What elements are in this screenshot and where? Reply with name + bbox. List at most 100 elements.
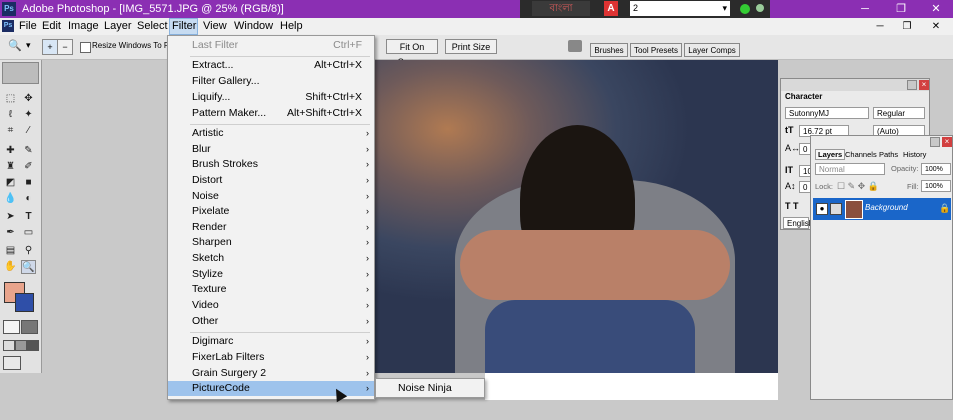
menu-item-texture[interactable]: Texture › — [168, 282, 374, 297]
print-icon[interactable] — [568, 40, 582, 52]
menu-item-sketch[interactable]: Sketch › — [168, 251, 374, 266]
menu-item-stylize[interactable]: Stylize › — [168, 267, 374, 282]
brush-link-icon[interactable] — [830, 203, 842, 215]
eyedropper-icon[interactable]: ⚲ — [21, 244, 36, 258]
shape-tool-icon[interactable]: ▭ — [21, 226, 36, 240]
menu-item-digimarc[interactable]: Digimarc › — [168, 334, 374, 349]
menu-view[interactable]: View — [201, 18, 229, 35]
type-tool-icon[interactable]: T — [21, 210, 36, 224]
tab-brushes[interactable]: Brushes — [590, 43, 628, 57]
close-button[interactable]: ✕ — [919, 1, 953, 17]
character-close-button[interactable]: × — [919, 80, 929, 90]
font-style-select[interactable]: Regular — [873, 107, 925, 119]
marquee-tool-icon[interactable]: ⬚ — [3, 92, 18, 106]
menu-filter[interactable]: Filter — [169, 18, 198, 35]
maximize-button[interactable]: ❐ — [884, 1, 918, 17]
menu-image[interactable]: Image — [66, 18, 101, 35]
print-size-button[interactable]: Print Size — [445, 39, 497, 54]
language-select[interactable]: English — [783, 217, 813, 229]
app-icon[interactable]: A — [604, 1, 618, 16]
jump-to-imageready-icon[interactable] — [3, 356, 21, 370]
menu-item-noise[interactable]: Noise › — [168, 189, 374, 204]
bangla-keyboard-label[interactable]: বাংলা — [532, 1, 590, 16]
doc-close-button[interactable]: ✕ — [924, 18, 948, 35]
menu-item-artistic[interactable]: Artistic › — [168, 126, 374, 141]
menu-file[interactable]: File — [17, 18, 39, 35]
menu-item-other[interactable]: Other › — [168, 314, 374, 329]
menu-layer[interactable]: Layer — [102, 18, 134, 35]
magic-wand-icon[interactable]: ✦ — [21, 108, 36, 122]
menu-item-video[interactable]: Video › — [168, 298, 374, 313]
faux-bold-icon[interactable]: T T — [785, 201, 799, 211]
slice-tool-icon[interactable]: ⁄ — [21, 124, 36, 138]
tab-tool-presets[interactable]: Tool Presets — [630, 43, 682, 57]
blur-tool-icon[interactable]: 💧 — [3, 192, 18, 206]
fit-on-screen-button[interactable]: Fit On Screen — [386, 39, 438, 67]
tab-layer-comps[interactable]: Layer Comps — [684, 43, 740, 57]
gradient-tool-icon[interactable]: ■ — [21, 176, 36, 190]
menu-item-grain-surgery[interactable]: Grain Surgery 2 › — [168, 366, 374, 381]
menu-item-filter-gallery[interactable]: Filter Gallery... — [168, 74, 374, 89]
tab-character[interactable]: Character — [785, 91, 835, 102]
screen-mode-3-icon[interactable] — [27, 340, 39, 351]
menu-select[interactable]: Select — [135, 18, 170, 35]
healing-brush-icon[interactable]: ✚ — [3, 144, 18, 158]
zoom-tool-selected-icon[interactable]: 🔍 — [21, 260, 36, 274]
zoom-tool-icon[interactable]: 🔍 — [8, 39, 22, 52]
menu-item-pixelate[interactable]: Pixelate › — [168, 204, 374, 219]
minimize-button[interactable]: ─ — [848, 1, 882, 17]
dodge-tool-icon[interactable]: ◐ — [21, 192, 36, 206]
menu-window[interactable]: Window — [232, 18, 275, 35]
menu-edit[interactable]: Edit — [40, 18, 63, 35]
menu-item-sharpen[interactable]: Sharpen › — [168, 235, 374, 250]
layer-row-background[interactable]: ● Background 🔒 — [813, 198, 951, 220]
screen-mode-2-icon[interactable] — [15, 340, 27, 351]
lasso-tool-icon[interactable]: ℓ — [3, 108, 18, 122]
menu-item-brush-strokes[interactable]: Brush Strokes › — [168, 157, 374, 172]
hand-tool-icon[interactable]: ✋ — [3, 260, 18, 274]
menu-item-blur[interactable]: Blur › — [168, 142, 374, 157]
brush-tool-icon[interactable]: ✎ — [21, 144, 36, 158]
zoom-out-icon[interactable]: − — [57, 39, 73, 55]
keyboard-select[interactable]: 2 ▾ — [630, 1, 730, 16]
font-family-select[interactable]: SutonnyMJ — [785, 107, 869, 119]
menu-item-fixerlab-filters[interactable]: FixerLab Filters › — [168, 350, 374, 365]
doc-restore-button[interactable]: ❐ — [895, 18, 919, 35]
blend-mode-select[interactable]: Normal — [815, 163, 885, 175]
standard-mode-icon[interactable] — [3, 320, 20, 334]
screen-mode-1-icon[interactable] — [3, 340, 15, 351]
resize-windows-checkbox[interactable] — [80, 42, 91, 53]
menu-item-last-filter[interactable]: Last Filter Ctrl+F — [168, 38, 374, 53]
menu-item-render[interactable]: Render › — [168, 220, 374, 235]
tab-history[interactable]: History — [903, 150, 926, 159]
menu-item-liquify[interactable]: Liquify... Shift+Ctrl+X — [168, 90, 374, 105]
pen-tool-icon[interactable]: ✒ — [3, 226, 18, 240]
visibility-eye-icon[interactable]: ● — [816, 203, 828, 215]
move-tool-icon[interactable]: ✥ — [21, 92, 36, 106]
character-minimize-button[interactable] — [907, 80, 917, 90]
menu-item-distort[interactable]: Distort › — [168, 173, 374, 188]
tab-layers[interactable]: Layers — [815, 149, 846, 160]
quick-mask-icon[interactable] — [21, 320, 38, 334]
menu-help[interactable]: Help — [278, 18, 305, 35]
layers-minimize-button[interactable] — [930, 137, 940, 147]
notes-tool-icon[interactable]: ▤ — [3, 244, 18, 258]
background-color-swatch[interactable] — [15, 293, 34, 312]
menu-item-pattern-maker[interactable]: Pattern Maker... Alt+Shift+Ctrl+X — [168, 106, 374, 121]
doc-minimize-button[interactable]: ─ — [868, 18, 892, 35]
clone-stamp-icon[interactable]: ♜ — [3, 160, 18, 174]
document-canvas[interactable] — [375, 60, 778, 373]
crop-tool-icon[interactable]: ⌗ — [3, 124, 18, 138]
lock-icons[interactable]: ☐ ✎ ✥ 🔒 — [837, 181, 879, 192]
fill-field[interactable]: 100% — [921, 180, 951, 192]
zoom-in-icon[interactable]: + — [42, 39, 58, 55]
history-brush-icon[interactable]: ✐ — [21, 160, 36, 174]
menu-item-noise-ninja[interactable]: Noise Ninja — [398, 382, 452, 394]
tab-paths[interactable]: Paths — [879, 150, 898, 159]
layers-close-button[interactable]: × — [942, 137, 952, 147]
tab-channels[interactable]: Channels — [845, 150, 877, 159]
menu-item-extract[interactable]: Extract... Alt+Ctrl+X — [168, 58, 374, 73]
tool-preset-arrow-icon[interactable]: ▾ — [26, 40, 31, 51]
opacity-field[interactable]: 100% — [921, 163, 951, 175]
eraser-tool-icon[interactable]: ◩ — [3, 176, 18, 190]
